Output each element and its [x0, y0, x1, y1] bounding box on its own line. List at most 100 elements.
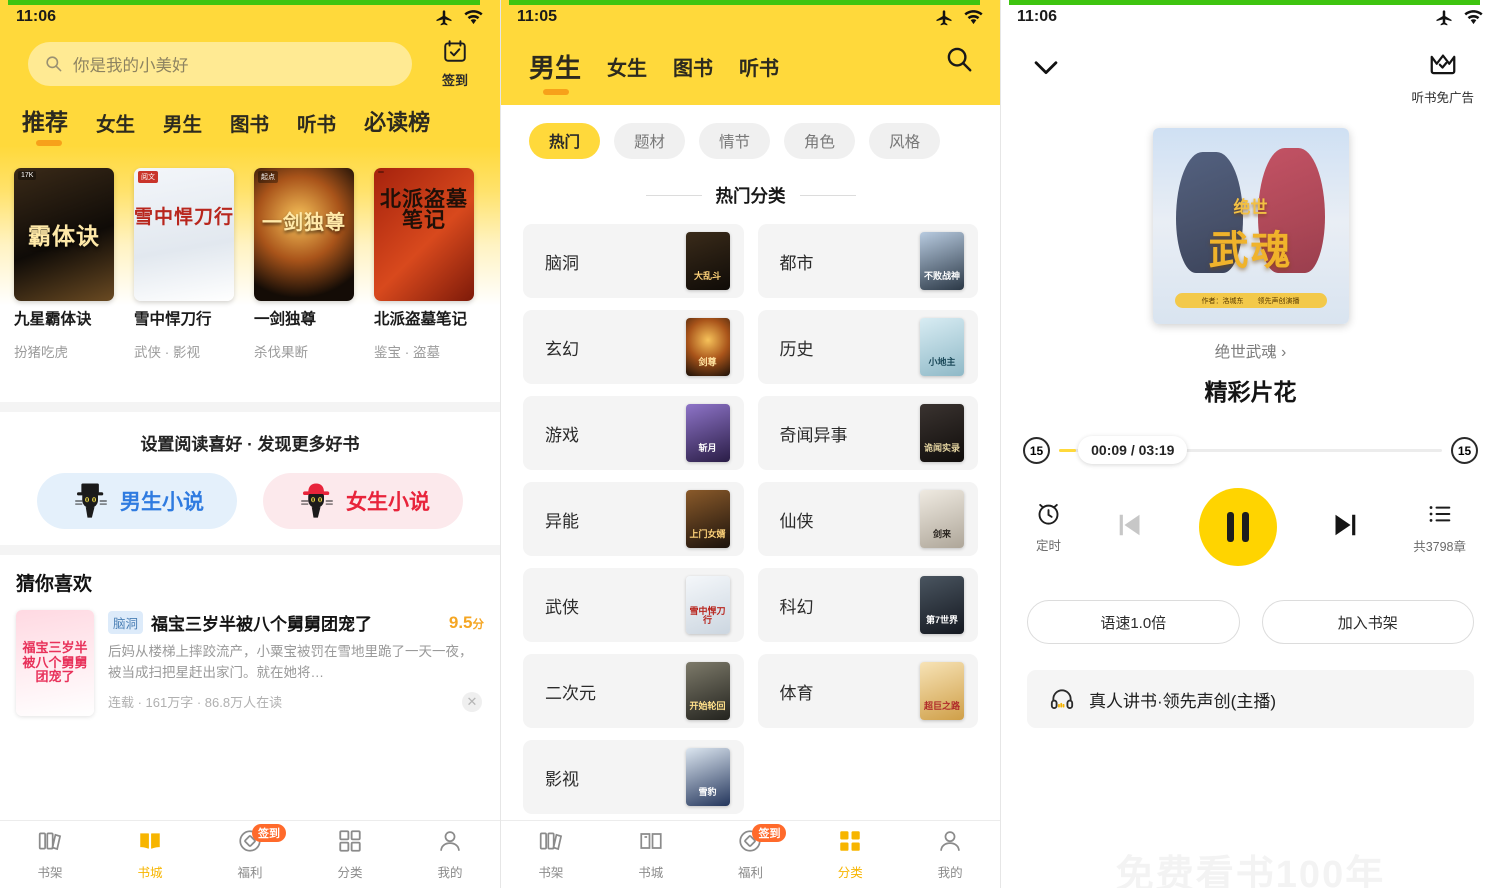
- panel-audio-player: 11:06 听书免广告: [1000, 0, 1500, 888]
- category-card[interactable]: 历史 小地主: [758, 310, 979, 384]
- cover-badge: 起点: [258, 171, 278, 183]
- progress-slider[interactable]: 00:09 / 03:19: [1059, 449, 1442, 452]
- tab-bookstore[interactable]: 书城: [100, 828, 200, 881]
- open-book-icon: [638, 828, 664, 854]
- home-header: 11:06 你是我的小美好: [0, 0, 500, 147]
- tab-bookstore[interactable]: 书城: [601, 828, 701, 881]
- section-heading: 热门分类: [716, 183, 786, 208]
- close-icon[interactable]: ✕: [462, 692, 482, 712]
- search-icon: [944, 44, 974, 74]
- speed-button[interactable]: 语速1.0倍: [1027, 600, 1240, 644]
- chapter-count-label: 共3798章: [1413, 536, 1466, 555]
- category-card[interactable]: 武侠 雪中悍刀行: [523, 568, 744, 642]
- wifi-icon: [1463, 7, 1484, 28]
- tab-bookshelf-label: 书架: [501, 862, 601, 881]
- cover-text: 开始轮回: [686, 702, 730, 711]
- cover-top-text: 绝世: [1153, 193, 1349, 218]
- tab-bookshelf[interactable]: 书架: [501, 828, 601, 881]
- tab-female[interactable]: 女生: [96, 108, 135, 147]
- book-card[interactable]: 北派盗墓笔记 北派盗墓笔记 鉴宝 · 盗墓: [374, 168, 484, 361]
- chip-hot[interactable]: 热门: [529, 123, 600, 159]
- tab-male[interactable]: 男生: [163, 108, 202, 147]
- category-cover: 剑来: [920, 490, 964, 548]
- category-card[interactable]: 影视 雪豹: [523, 740, 744, 814]
- rewind-15-label: 15: [1030, 444, 1043, 458]
- crown-icon: [1428, 50, 1458, 80]
- book-name-link[interactable]: 绝世武魂 ›: [1001, 340, 1500, 362]
- status-bar: 11:05: [501, 0, 1000, 34]
- book-card[interactable]: 阅文 雪中悍刀行 雪中悍刀行 武侠 · 影视: [134, 168, 244, 361]
- cover-text: 雪中悍刀行: [686, 607, 730, 625]
- tab-books[interactable]: 图书: [673, 52, 713, 93]
- chip-plot[interactable]: 情节: [699, 123, 770, 159]
- album-cover[interactable]: 绝世 武魂 作者：洛城东 领先声创演播: [1153, 128, 1349, 324]
- category-card[interactable]: 仙侠 剑来: [758, 482, 979, 556]
- grid-icon: [337, 828, 363, 854]
- tab-mine[interactable]: 我的: [900, 828, 1000, 881]
- tab-recommend[interactable]: 推荐: [22, 103, 68, 147]
- book-card[interactable]: 17K 霸体诀 九星霸体诀 扮猪吃虎: [14, 168, 124, 361]
- category-card[interactable]: 奇闻异事 诡闻实录: [758, 396, 979, 470]
- category-card[interactable]: 游戏 斩月: [523, 396, 744, 470]
- chevron-down-icon[interactable]: [1029, 50, 1063, 84]
- category-cover: 上门女婿: [686, 490, 730, 548]
- tab-books[interactable]: 图书: [230, 108, 269, 147]
- category-name: 脑洞: [545, 249, 579, 274]
- forward-15-button[interactable]: 15: [1451, 437, 1478, 464]
- alarm-clock-icon: [1035, 500, 1062, 527]
- play-pause-button[interactable]: [1199, 488, 1277, 566]
- narrator-row[interactable]: 真人讲书·领先声创(主播): [1027, 670, 1474, 728]
- rewind-15-button[interactable]: 15: [1023, 437, 1050, 464]
- category-card[interactable]: 体育 超巨之路: [758, 654, 979, 728]
- search-placeholder: 你是我的小美好: [73, 52, 189, 76]
- tab-bookshelf[interactable]: 书架: [0, 828, 100, 881]
- tab-category[interactable]: 分类: [300, 828, 400, 881]
- tab-audiobooks[interactable]: 听书: [739, 52, 779, 93]
- tab-welfare[interactable]: 签到 福利: [200, 828, 300, 881]
- search-input[interactable]: 你是我的小美好: [28, 42, 412, 86]
- recommendation-item[interactable]: 福宝三岁半被八个舅舅团宠了 脑洞 福宝三岁半被八个舅舅团宠了 9.5分 后妈从楼…: [16, 610, 484, 716]
- recommendation-meta: 连载 · 161万字 · 86.8万人在读: [108, 692, 484, 711]
- search-row: 你是我的小美好 签到: [0, 34, 500, 95]
- previous-track-button[interactable]: [1111, 506, 1149, 549]
- tab-welfare[interactable]: 签到 福利: [701, 828, 801, 881]
- bookshelf-icon: [538, 828, 564, 854]
- recommendation-title: 福宝三岁半被八个舅舅团宠了: [151, 610, 441, 635]
- tab-category[interactable]: 分类: [800, 828, 900, 881]
- status-time: 11:06: [1017, 8, 1057, 26]
- checkin-button[interactable]: 签到: [426, 38, 484, 89]
- category-name: 游戏: [545, 421, 579, 446]
- category-name: 武侠: [545, 593, 579, 618]
- category-card[interactable]: 玄幻 剑尊: [523, 310, 744, 384]
- chapter-list-button[interactable]: 共3798章: [1413, 500, 1466, 555]
- sleep-timer-button[interactable]: 定时: [1035, 500, 1062, 554]
- category-name: 科幻: [780, 593, 814, 618]
- search-button[interactable]: [944, 44, 974, 79]
- male-novels-button[interactable]: 男生小说: [37, 473, 237, 529]
- tab-female[interactable]: 女生: [607, 52, 647, 93]
- tab-mine[interactable]: 我的: [400, 828, 500, 881]
- category-card[interactable]: 都市 不败战神: [758, 224, 979, 298]
- book-title: 一剑独尊: [254, 310, 364, 329]
- screen-recording-indicator: [509, 0, 980, 5]
- category-card[interactable]: 异能 上门女婿: [523, 482, 744, 556]
- tab-audiobooks[interactable]: 听书: [297, 108, 336, 147]
- title-rule-right: [800, 195, 856, 196]
- category-card[interactable]: 脑洞 大乱斗: [523, 224, 744, 298]
- tab-male[interactable]: 男生: [529, 48, 581, 97]
- chip-theme[interactable]: 题材: [614, 123, 685, 159]
- book-card[interactable]: 起点 一剑独尊 一剑独尊 杀伐果断: [254, 168, 364, 361]
- category-card[interactable]: 二次元 开始轮回: [523, 654, 744, 728]
- tab-mustread[interactable]: 必读榜: [364, 105, 430, 147]
- chip-style[interactable]: 风格: [869, 123, 940, 159]
- add-to-shelf-button[interactable]: 加入书架: [1262, 600, 1475, 644]
- category-card[interactable]: 科幻 第7世界: [758, 568, 979, 642]
- playlist-icon: [1426, 500, 1454, 528]
- next-track-button[interactable]: [1326, 506, 1364, 549]
- female-novels-button[interactable]: 女生小说: [263, 473, 463, 529]
- chip-role[interactable]: 角色: [784, 123, 855, 159]
- category-cover: 不败战神: [920, 232, 964, 290]
- time-display: 00:09 / 03:19: [1078, 436, 1187, 464]
- narrator-label: 真人讲书·领先声创(主播): [1089, 687, 1276, 712]
- vip-no-ads-button[interactable]: 听书免广告: [1411, 50, 1474, 106]
